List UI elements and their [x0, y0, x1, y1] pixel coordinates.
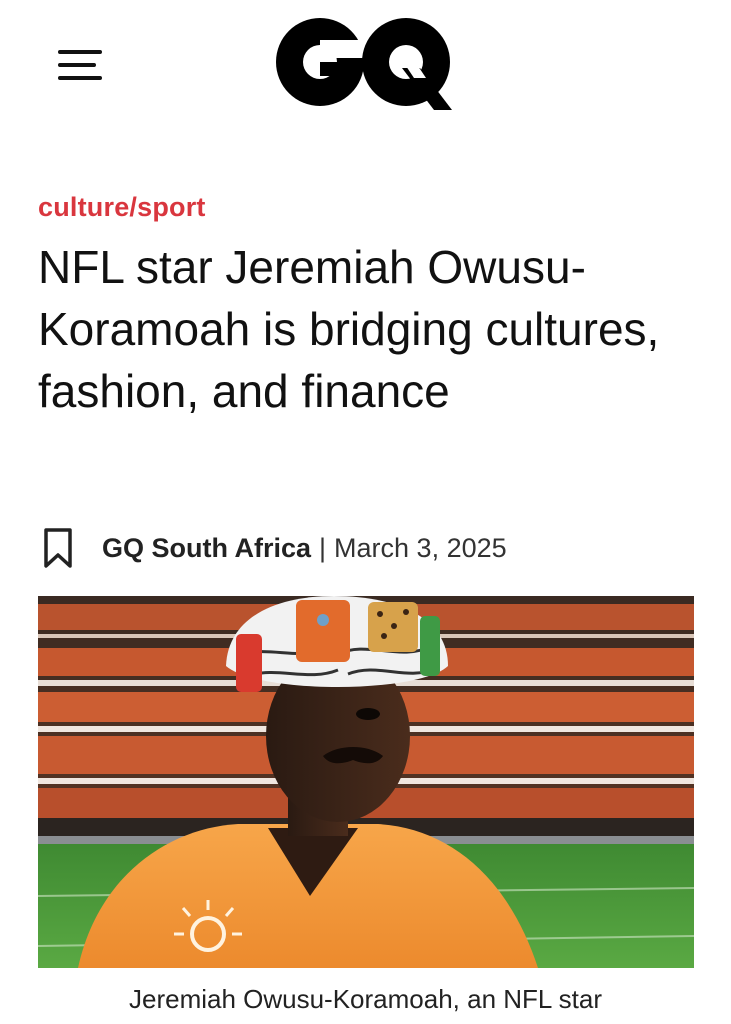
gq-logo[interactable]: [276, 14, 454, 110]
hamburger-menu-icon[interactable]: [52, 44, 106, 86]
site-header: [0, 0, 731, 130]
image-caption: Jeremiah Owusu-Koramoah, an NFL star: [128, 984, 602, 1014]
menu-line: [58, 50, 102, 54]
publish-date: March 3, 2025: [334, 532, 507, 563]
menu-line: [58, 76, 102, 80]
bookmark-icon[interactable]: [38, 526, 78, 570]
article-byline: GQ South Africa | March 3, 2025: [38, 524, 698, 572]
article-title: NFL star Jeremiah Owusu-Koramoah is brid…: [38, 241, 660, 417]
menu-line: [58, 63, 96, 67]
hero-image[interactable]: [38, 596, 694, 968]
source-name[interactable]: GQ South Africa: [102, 533, 311, 564]
byline-separator: |: [319, 532, 327, 563]
category-link[interactable]: culture/sport: [38, 192, 206, 223]
